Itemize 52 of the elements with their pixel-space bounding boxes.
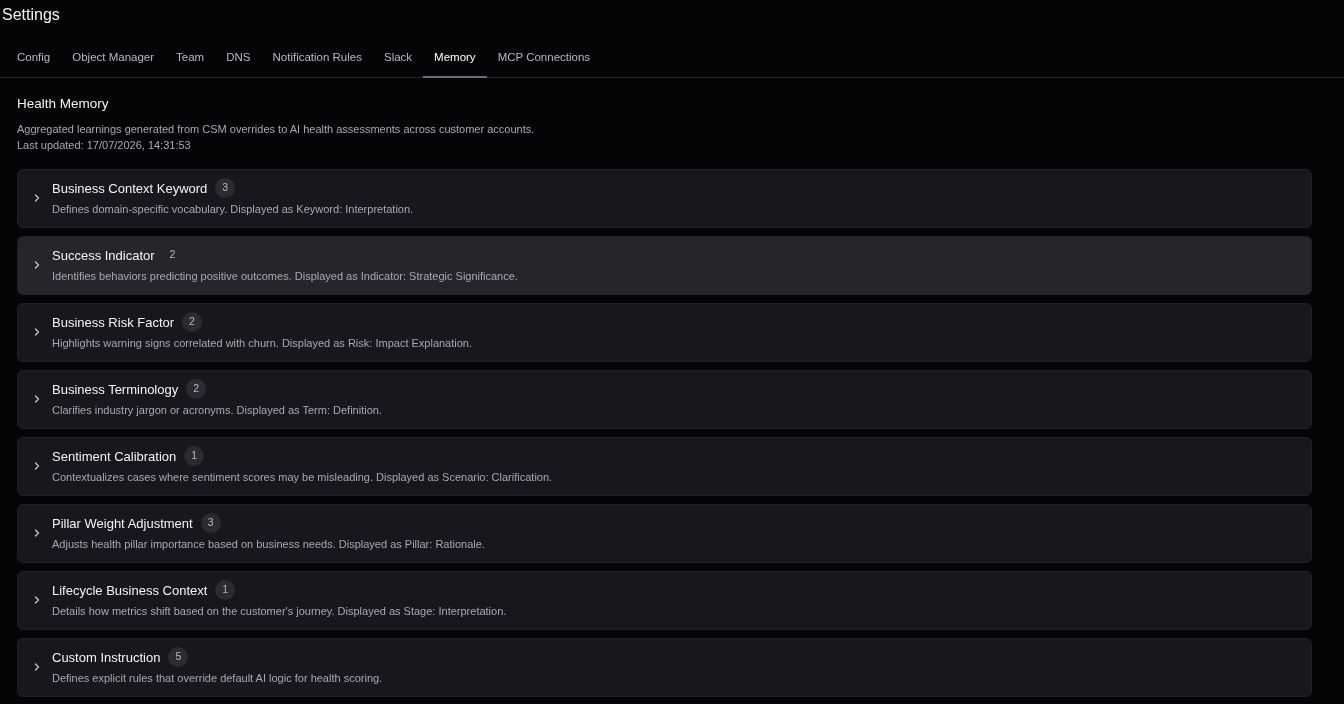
item-count: 2 <box>182 312 202 333</box>
tab[interactable]: Slack <box>372 40 424 79</box>
category-description: Defines domain-specific vocabulary. Displayed as Keyword: Interpretation. <box>52 202 414 218</box>
category-row[interactable]: Pillar Weight Adjustment 3 Adjusts health pillar importance based on business needs. Displayed as Pillar: Rationale. <box>17 503 1312 563</box>
tab[interactable]: Memory <box>423 40 487 79</box>
category-row[interactable]: Business Context Keyword 3 Defines domain-specific vocabulary. Displayed as Keyword: Interpretation. <box>17 168 1312 228</box>
category-description: Contextualizes cases where sentiment scores may be misleading. Displayed as Scenario: Clarification. <box>52 470 553 486</box>
category-description: Clarifies industry jargon or acronyms. Displayed as Term: Definition. <box>52 403 382 419</box>
category-title: Business Terminology <box>52 380 179 399</box>
chevron-icon <box>32 461 42 471</box>
category-description: Defines explicit rules that override default AI logic for health scoring. <box>52 671 383 687</box>
tab[interactable]: Config <box>6 40 62 79</box>
chevron-icon <box>32 528 42 538</box>
category-description: Highlights warning signs correlated with churn. Displayed as Risk: Impact Explanation. <box>52 336 473 352</box>
item-count: 1 <box>215 580 236 601</box>
category-title: Pillar Weight Adjustment <box>52 514 193 533</box>
category-title: Success Indicator <box>52 246 155 265</box>
item-count: 3 <box>215 178 236 199</box>
tab[interactable]: DNS <box>215 40 262 79</box>
tab[interactable]: Notification Rules <box>261 40 373 79</box>
chevron-icon <box>32 260 42 270</box>
section-description: Aggregated learnings generated from CSM overrides to AI health assessments across customer accounts. <box>17 121 536 137</box>
settings-title: Settings <box>1 5 61 25</box>
chevron-icon <box>32 394 42 404</box>
item-count: 3 <box>200 513 221 534</box>
tab[interactable]: Object Manager <box>61 40 166 79</box>
section-title: Health Memory <box>17 95 110 114</box>
tab[interactable]: MCP Connections <box>486 40 602 79</box>
chevron-icon <box>32 595 42 605</box>
item-count: 2 <box>186 379 207 400</box>
category-description: Identifies behaviors predicting positive outcomes. Displayed as Indicator: Strategic Significance. <box>52 269 518 285</box>
last-updated-text: Last updated: 17/07/2026, 14:31:53 <box>17 138 192 153</box>
category-title: Custom Instruction <box>52 648 161 667</box>
category-row[interactable]: Success Indicator 2 Identifies behaviors predicting positive outcomes. Displayed as Indicator: Strategic Significance. <box>17 235 1312 295</box>
category-row[interactable]: Business Risk Factor 2 Highlights warning signs correlated with churn. Displayed as Risk: Impact Explanation. <box>17 302 1312 362</box>
category-title: Business Context Keyword <box>52 179 208 198</box>
category-title: Business Risk Factor <box>52 313 175 332</box>
category-row[interactable]: Custom Instruction 5 Defines explicit rules that override default AI logic for health scoring. <box>17 637 1312 697</box>
category-description: Details how metrics shift based on the customer's journey. Displayed as Stage: Interpretation. <box>52 604 507 620</box>
category-row[interactable]: Business Terminology 2 Clarifies industry jargon or acronyms. Displayed as Term: Definition. <box>17 369 1312 429</box>
chevron-icon <box>32 327 42 337</box>
category-row[interactable]: Lifecycle Business Context 1 Details how metrics shift based on the customer's journey. Displayed as Stage: Interpretation. <box>17 570 1312 630</box>
category-title: Sentiment Calibration <box>52 447 177 466</box>
item-count: 2 <box>168 247 177 263</box>
tab[interactable]: Team <box>165 40 216 79</box>
category-title: Lifecycle Business Context <box>52 581 208 600</box>
item-count: 5 <box>168 647 189 668</box>
chevron-icon <box>32 662 42 672</box>
item-count: 1 <box>184 446 205 467</box>
category-description: Adjusts health pillar importance based on business needs. Displayed as Pillar: Rationale. <box>52 537 485 553</box>
category-row[interactable]: Sentiment Calibration 1 Contextualizes cases where sentiment scores may be misleading. Displayed as Scenario: Clarification. <box>17 436 1312 496</box>
chevron-icon <box>32 193 42 203</box>
